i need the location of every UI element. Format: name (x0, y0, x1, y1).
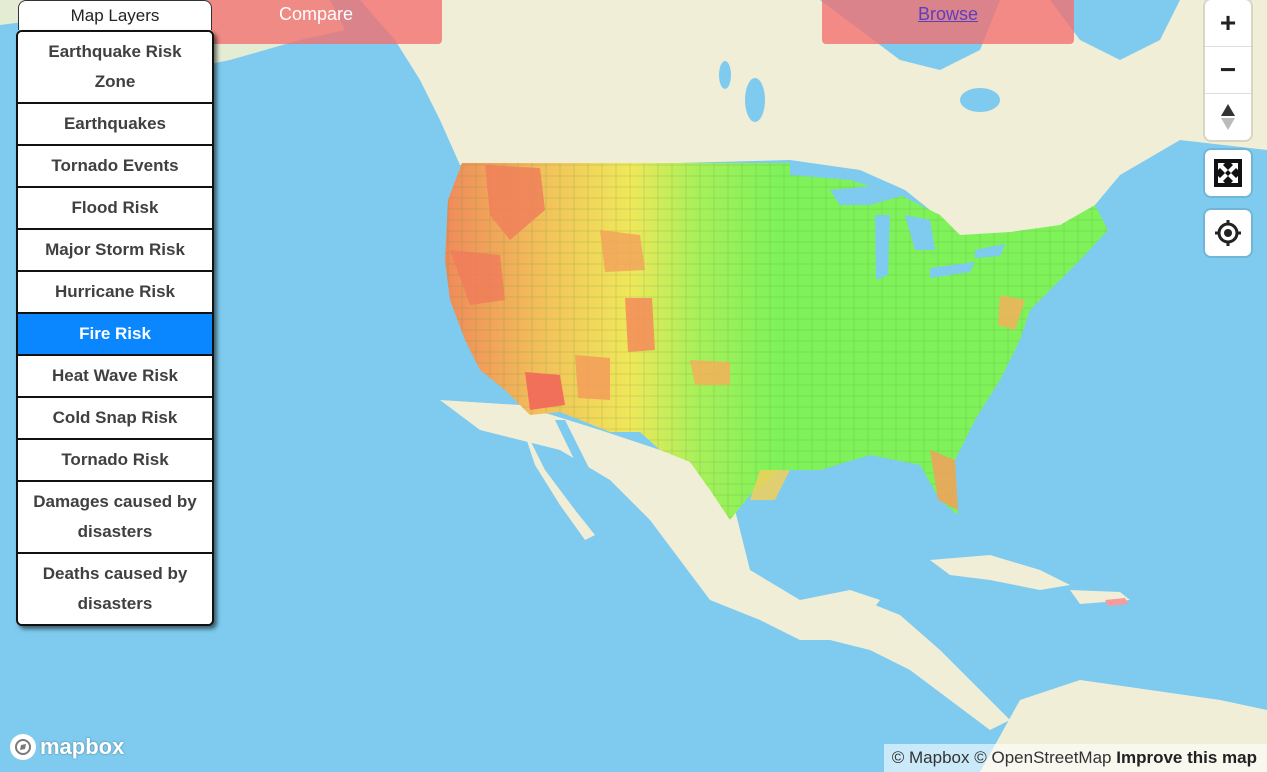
fullscreen-button[interactable] (1205, 150, 1251, 196)
geolocate-button[interactable] (1205, 210, 1251, 256)
layer-tornado-events[interactable]: Tornado Events (18, 146, 212, 188)
layer-flood-risk[interactable]: Flood Risk (18, 188, 212, 230)
compass-button[interactable] (1205, 94, 1251, 140)
layer-earthquakes[interactable]: Earthquakes (18, 104, 212, 146)
browse-link[interactable]: Browse (918, 4, 978, 24)
compass-icon (1221, 104, 1235, 130)
zoom-in-button[interactable]: + (1205, 0, 1251, 47)
browse-button[interactable]: Browse (822, 0, 1074, 44)
map-layers-title: Map Layers (18, 0, 212, 30)
navigation-control: + − (1205, 0, 1251, 140)
mapbox-logo-text: mapbox (40, 734, 125, 759)
layer-major-storm-risk[interactable]: Major Storm Risk (18, 230, 212, 272)
map-layers-panel: Earthquake Risk Zone Earthquakes Tornado… (16, 30, 214, 626)
layer-hurricane-risk[interactable]: Hurricane Risk (18, 272, 212, 314)
zoom-out-button[interactable]: − (1205, 47, 1251, 94)
fullscreen-icon (1214, 159, 1242, 187)
layer-fire-risk[interactable]: Fire Risk (18, 314, 212, 356)
layer-cold-snap-risk[interactable]: Cold Snap Risk (18, 398, 212, 440)
layer-heat-wave-risk[interactable]: Heat Wave Risk (18, 356, 212, 398)
minus-icon: − (1219, 54, 1237, 85)
compare-label: Compare (278, 4, 354, 24)
layer-deaths-caused-by-disasters[interactable]: Deaths caused by disasters (18, 554, 212, 624)
attribution-mapbox-link[interactable]: © Mapbox (892, 748, 970, 767)
attribution-osm-link[interactable]: © OpenStreetMap (974, 748, 1111, 767)
locate-icon (1215, 220, 1241, 246)
layer-earthquake-risk-zone[interactable]: Earthquake Risk Zone (18, 32, 212, 104)
improve-map-link[interactable]: Improve this map (1116, 748, 1257, 767)
fullscreen-control (1205, 150, 1251, 196)
mapbox-logo-icon (10, 734, 36, 760)
geolocate-control (1205, 210, 1251, 256)
attribution: © Mapbox © OpenStreetMap Improve this ma… (883, 744, 1267, 772)
plus-icon: + (1219, 7, 1237, 38)
layer-damages-caused-by-disasters[interactable]: Damages caused by disasters (18, 482, 212, 554)
compare-button[interactable]: Compare (190, 0, 442, 44)
layer-tornado-risk[interactable]: Tornado Risk (18, 440, 212, 482)
mapbox-logo[interactable]: mapbox (10, 731, 124, 763)
